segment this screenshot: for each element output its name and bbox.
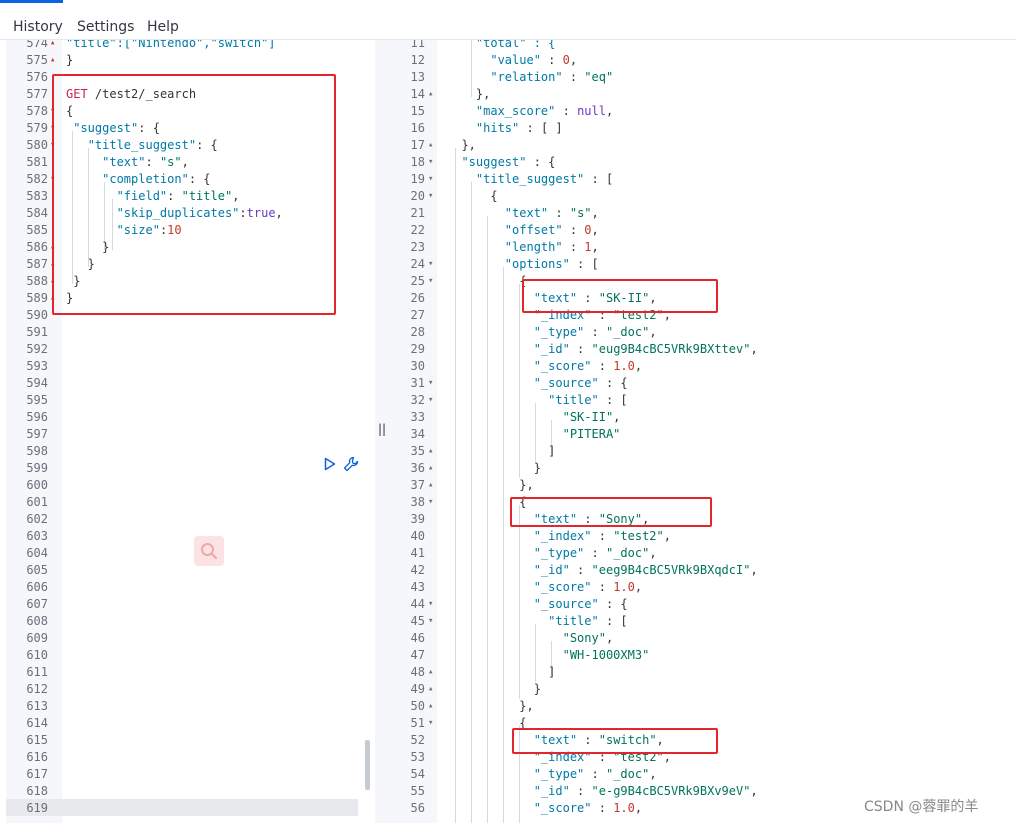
search-icon <box>201 543 217 559</box>
search-button[interactable] <box>194 536 224 566</box>
response-viewer[interactable]: 11 "total" : { 12 "value" : 0, 13 "relat… <box>389 40 1016 823</box>
pane-splitter[interactable]: || <box>375 40 389 823</box>
splitter-handle-icon: || <box>378 422 387 436</box>
highlight-box-request <box>52 74 336 315</box>
menu-bar: History Settings Help <box>0 0 1016 40</box>
highlight-box-switch <box>512 728 718 754</box>
current-line-highlight <box>6 799 358 816</box>
wrench-icon[interactable] <box>342 455 360 473</box>
request-editor[interactable]: 574 ▴ "title":["Nintendo","switch"] 575 ▴} … <box>0 40 375 823</box>
active-tab-indicator <box>0 0 63 3</box>
request-scrollbar[interactable] <box>365 740 370 790</box>
highlight-box-sony <box>510 497 712 527</box>
play-icon[interactable] <box>324 457 336 471</box>
menu-history[interactable]: History <box>13 18 63 36</box>
menu-help[interactable]: Help <box>147 18 179 36</box>
menu-settings[interactable]: Settings <box>77 18 134 36</box>
watermark: CSDN @蓉罪的羊 <box>864 799 979 815</box>
highlight-box-sk-ii <box>522 279 718 313</box>
